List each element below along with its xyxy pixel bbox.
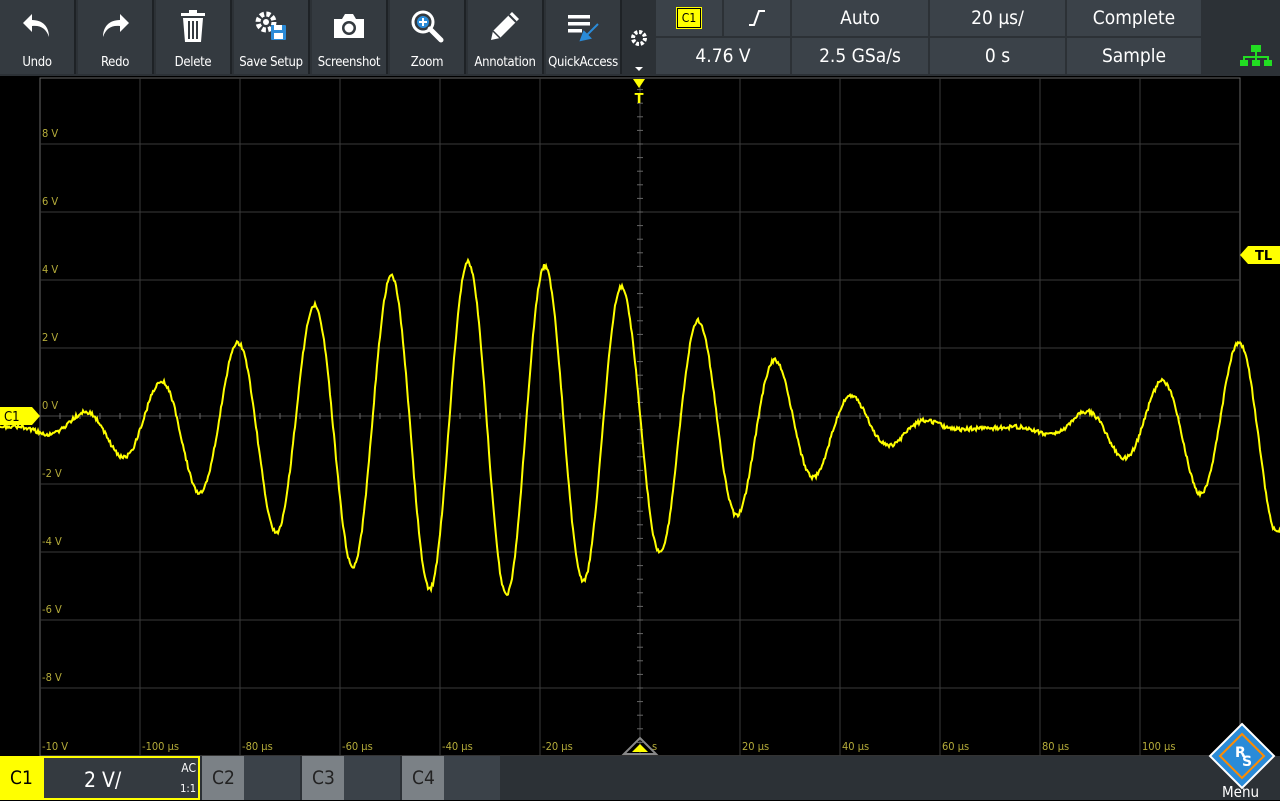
y-axis-label: -2 V <box>42 467 62 480</box>
screenshot-label: Screenshot <box>312 55 386 70</box>
ch3-settings[interactable] <box>344 756 400 800</box>
ch3-tab[interactable]: C3 <box>302 756 344 800</box>
y-axis-label: -8 V <box>42 671 62 684</box>
ch1-tab[interactable]: C1 <box>0 756 42 800</box>
ch1-scale: 2 V/ <box>84 768 121 792</box>
zoom-label: Zoom <box>390 55 464 70</box>
x-axis-label: -60 µs <box>342 740 373 753</box>
channel-bar: C1 2 V/ AC 1:1 C2 C3 C4 R S Menu <box>0 756 1280 800</box>
toolbar: Undo Redo Delete Save Setup Screenshot Z… <box>0 0 1280 76</box>
zoom-button[interactable]: Zoom <box>390 0 466 74</box>
acq-mode-cell[interactable]: Sample <box>1067 38 1201 74</box>
ch1-settings[interactable]: 2 V/ AC 1:1 <box>42 756 200 800</box>
quickaccess-button[interactable]: QuickAccess <box>546 0 622 74</box>
c1-marker-text: C1 <box>4 410 20 425</box>
ch4-name: C4 <box>412 767 435 789</box>
ch1-probe: 1:1 <box>180 782 196 795</box>
trigger-level-marker[interactable]: TL <box>1240 246 1280 264</box>
delete-button[interactable]: Delete <box>156 0 232 74</box>
y-axis-label: 0 V <box>42 399 58 412</box>
trigger-level-cell[interactable]: 4.76 V <box>656 38 790 74</box>
ch1-coupling: AC <box>181 761 196 775</box>
x-axis-label: -40 µs <box>442 740 473 753</box>
timebase-cell[interactable]: 20 µs/ <box>930 0 1065 36</box>
acq-state-cell[interactable]: Complete <box>1067 0 1201 36</box>
horizontal-position-cell[interactable]: 0 s <box>930 38 1065 74</box>
tl-marker-text: TL <box>1255 249 1272 264</box>
rising-edge-icon <box>745 7 769 29</box>
trash-icon <box>156 8 230 44</box>
settings-column[interactable] <box>624 0 654 74</box>
sample-rate-cell[interactable]: 2.5 GSa/s <box>792 38 928 74</box>
zoom-icon <box>390 8 464 44</box>
redo-label: Redo <box>78 55 152 70</box>
save-setup-icon <box>234 8 308 44</box>
ch2-tab[interactable]: C2 <box>202 756 244 800</box>
y-axis-label: -4 V <box>42 535 62 548</box>
camera-icon <box>312 8 386 44</box>
x-axis-label: -20 µs <box>542 740 573 753</box>
redo-icon <box>78 8 152 44</box>
x-axis-label: 100 µs <box>1142 740 1175 753</box>
pencil-icon <box>468 8 542 44</box>
ch2-name: C2 <box>212 767 235 789</box>
trigger-source-cell[interactable]: C1 <box>656 0 722 36</box>
ch4-settings[interactable] <box>444 756 500 800</box>
c1-offset-marker[interactable]: C1 <box>0 407 40 425</box>
x-axis-label: 80 µs <box>1042 740 1069 753</box>
y-axis-label: 2 V <box>42 331 58 344</box>
x-axis-label: -100 µs <box>142 740 179 753</box>
undo-button[interactable]: Undo <box>0 0 76 74</box>
x-axis-label: 40 µs <box>842 740 869 753</box>
quickaccess-label: QuickAccess <box>546 55 620 70</box>
ch2-settings[interactable] <box>244 756 300 800</box>
menu-label: Menu <box>1222 783 1259 801</box>
annotation-label: Annotation <box>468 55 542 70</box>
rs-logo-icon: R S <box>1204 726 1280 770</box>
annotation-button[interactable]: Annotation <box>468 0 544 74</box>
save-setup-label: Save Setup <box>234 55 308 70</box>
network-icon <box>1240 44 1272 68</box>
quickaccess-icon <box>546 8 620 44</box>
y-axis-label: 4 V <box>42 263 58 276</box>
trigger-pos-text: T <box>635 92 644 107</box>
undo-icon <box>0 8 74 44</box>
y-axis-label: 6 V <box>42 195 58 208</box>
x-axis-label: 60 µs <box>942 740 969 753</box>
y-axis-label: -6 V <box>42 603 62 616</box>
x-axis-label: -10 V <box>42 740 68 753</box>
menu-button[interactable]: R S Menu <box>1204 756 1280 800</box>
scope-grid[interactable]: 8 V 6 V 4 V 2 V 0 V -2 V -4 V -6 V -8 V -10 V -10… <box>0 76 1280 756</box>
y-axis-label: 8 V <box>42 127 58 140</box>
gear-icon[interactable] <box>624 0 654 74</box>
redo-button[interactable]: Redo <box>78 0 154 74</box>
save-setup-button[interactable]: Save Setup <box>234 0 310 74</box>
x-axis-label: 20 µs <box>742 740 769 753</box>
trigger-slope-cell[interactable] <box>724 0 790 36</box>
delete-label: Delete <box>156 55 230 70</box>
svg-text:S: S <box>1242 754 1252 770</box>
trigger-source-badge: C1 <box>677 8 701 28</box>
ch1-name: C1 <box>10 767 33 789</box>
trigger-mode-cell[interactable]: Auto <box>792 0 928 36</box>
waveform-display[interactable]: 8 V 6 V 4 V 2 V 0 V -2 V -4 V -6 V -8 V -10 V -10… <box>0 76 1280 756</box>
undo-label: Undo <box>0 55 74 70</box>
x-axis-label: -80 µs <box>242 740 273 753</box>
ch4-tab[interactable]: C4 <box>402 756 444 800</box>
dropdown-arrow-icon <box>635 67 643 71</box>
ch3-name: C3 <box>312 767 335 789</box>
screenshot-button[interactable]: Screenshot <box>312 0 388 74</box>
